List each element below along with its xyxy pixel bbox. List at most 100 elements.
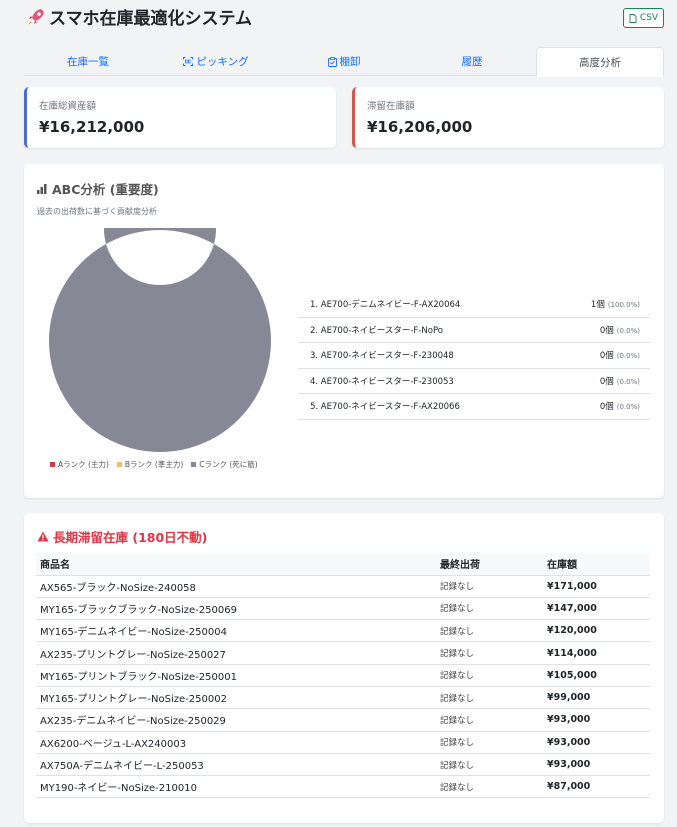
rank-pct: (0.0%) bbox=[616, 326, 640, 335]
stale-title: 長期滞留在庫 (180日不動) bbox=[37, 527, 207, 546]
amount-cell: ¥87,000 bbox=[543, 775, 650, 799]
bar-chart-icon bbox=[37, 183, 47, 194]
tab-advanced-analysis[interactable]: 高度分析 bbox=[536, 47, 664, 77]
legend-label: Aランク (主力) bbox=[58, 460, 109, 469]
tab-label: 棚卸 bbox=[339, 56, 361, 68]
amount-cell: ¥93,000 bbox=[543, 708, 650, 732]
abc-title: ABC分析 (重要度) bbox=[37, 179, 159, 198]
table-row[interactable]: MY190-ネイビー-NoSize-210010 記録なし ¥87,000 bbox=[36, 775, 650, 799]
table-row[interactable]: AX235-デニムネイビー-NoSize-250029 記録なし ¥93,000 bbox=[36, 708, 650, 732]
last-shipment-cell: 記録なし bbox=[436, 641, 543, 665]
product-name-cell: AX565-ブラック-NoSize-240058 bbox=[36, 575, 436, 598]
amount-cell: ¥120,000 bbox=[543, 619, 650, 643]
total-inventory-label: 在庫総資産額 bbox=[39, 101, 97, 112]
last-shipment-cell: 記録なし bbox=[436, 664, 543, 687]
product-name-cell: AX235-プリントグレー-NoSize-250027 bbox=[36, 641, 436, 665]
rank-pct: (0.0%) bbox=[616, 403, 640, 412]
tab-picking[interactable]: ピッキング bbox=[152, 47, 280, 76]
warning-icon bbox=[37, 531, 49, 542]
amount-cell: ¥171,000 bbox=[543, 575, 650, 598]
rank-name: 1. AE700-デニムネイビー-F-AX20064 bbox=[310, 300, 461, 311]
table-row[interactable]: AX750A-デニムネイビー-L-250053 記録なし ¥93,000 bbox=[36, 753, 650, 777]
stale-table-body: AX565-ブラック-NoSize-240058 記録なし ¥171,000 MY16… bbox=[36, 575, 650, 799]
stale-inventory-value-card: 滞留在庫額 ¥16,206,000 bbox=[352, 87, 664, 148]
stale-inventory-table: 商品名 最終出荷 在庫額 AX565-ブラック-NoSize-240058 記録な… bbox=[36, 553, 650, 799]
csv-export-button[interactable]: CSV bbox=[623, 8, 664, 28]
rank-qty: 1個 bbox=[590, 300, 605, 311]
abc-analysis-card: ABC分析 (重要度) 過去の出荷数に基づく貢献度分析 Aランク (主力) Bラ… bbox=[24, 164, 664, 498]
total-inventory-value-card: 在庫総資産額 ¥16,212,000 bbox=[24, 87, 336, 148]
legend-item-c[interactable]: Cランク (死に筋) bbox=[191, 459, 258, 470]
list-item: 4. AE700-ネイビースター-F-230053 0個 (0.0%) bbox=[298, 369, 650, 394]
legend-item-a[interactable]: Aランク (主力) bbox=[50, 459, 109, 470]
stale-inventory-label: 滞留在庫額 bbox=[367, 101, 415, 112]
rank-value: 0個 (0.0%) bbox=[600, 324, 640, 336]
product-name-cell: MY165-プリントグレー-NoSize-250002 bbox=[36, 686, 436, 710]
clipboard-icon bbox=[327, 56, 337, 67]
abc-legend: Aランク (主力) Bランク (準主力) Cランク (死に筋) bbox=[50, 459, 258, 470]
last-shipment-cell: 記録なし bbox=[436, 708, 543, 732]
barcode-icon bbox=[183, 57, 194, 66]
table-row[interactable]: MY165-プリントブラック-NoSize-250001 記録なし ¥105,000 bbox=[36, 664, 650, 687]
rank-qty: 0個 bbox=[599, 351, 614, 362]
amount-cell: ¥105,000 bbox=[543, 664, 650, 687]
column-header-last-shipment[interactable]: 最終出荷 bbox=[436, 553, 543, 576]
rank-qty: 0個 bbox=[599, 376, 614, 387]
amount-cell: ¥99,000 bbox=[543, 686, 650, 710]
tab-stocktake[interactable]: 棚卸 bbox=[280, 47, 408, 76]
tab-history[interactable]: 履歴 bbox=[408, 47, 536, 76]
column-header-amount[interactable]: 在庫額 bbox=[543, 553, 650, 576]
legend-swatch-c bbox=[191, 462, 197, 467]
table-row[interactable]: MY165-ブラックブラック-NoSize-250069 記録なし ¥147,000 bbox=[36, 597, 650, 621]
product-name-cell: MY165-プリントブラック-NoSize-250001 bbox=[36, 664, 436, 687]
legend-label: Bランク (準主力) bbox=[124, 460, 184, 469]
abc-subtitle: 過去の出荷数に基づく貢献度分析 bbox=[37, 207, 157, 216]
total-inventory-value: ¥16,212,000 bbox=[39, 118, 145, 136]
last-shipment-cell: 記録なし bbox=[436, 575, 543, 598]
list-item: 3. AE700-ネイビースター-F-230048 0個 (0.0%) bbox=[298, 343, 650, 369]
column-header-product[interactable]: 商品名 bbox=[36, 553, 436, 576]
rank-value: 1個 (100.0%) bbox=[591, 298, 640, 310]
table-row[interactable]: AX235-プリントグレー-NoSize-250027 記録なし ¥114,000 bbox=[36, 641, 650, 665]
tab-bar: 在庫一覧 ピッキング 棚卸 履歴 高度分析 bbox=[24, 47, 664, 77]
stale-inventory-card: 長期滞留在庫 (180日不動) 商品名 最終出荷 在庫額 AX565-ブラック-… bbox=[24, 513, 664, 823]
rank-qty: 0個 bbox=[599, 402, 614, 413]
rank-pct: (0.0%) bbox=[616, 377, 640, 386]
product-name-cell: AX750A-デニムネイビー-L-250053 bbox=[36, 753, 436, 777]
last-shipment-cell: 記録なし bbox=[436, 753, 543, 777]
rank-value: 0個 (0.0%) bbox=[600, 375, 640, 387]
stale-title-text: 長期滞留在庫 (180日不動) bbox=[53, 530, 208, 545]
last-shipment-cell: 記録なし bbox=[436, 731, 543, 754]
last-shipment-cell: 記録なし bbox=[436, 619, 543, 643]
tab-label: 在庫一覧 bbox=[67, 56, 109, 68]
table-row[interactable]: AX6200-ベージュ-L-AX240003 記録なし ¥93,000 bbox=[36, 731, 650, 754]
csv-label: CSV bbox=[639, 13, 659, 23]
rank-pct: (0.0%) bbox=[616, 352, 640, 361]
tab-label: 履歴 bbox=[461, 56, 483, 68]
rank-qty: 0個 bbox=[599, 325, 614, 336]
abc-ranking-list: 1. AE700-デニムネイビー-F-AX20064 1個 (100.0%) 2.… bbox=[298, 292, 650, 420]
list-item: 5. AE700-ネイビースター-F-AX20066 0個 (0.0%) bbox=[298, 394, 650, 420]
list-item: 1. AE700-デニムネイビー-F-AX20064 1個 (100.0%) bbox=[298, 292, 650, 318]
rank-pct: (100.0%) bbox=[607, 301, 640, 310]
table-header-row: 商品名 最終出荷 在庫額 bbox=[36, 553, 650, 576]
product-name-cell: AX235-デニムネイビー-NoSize-250029 bbox=[36, 708, 436, 732]
stale-inventory-value: ¥16,206,000 bbox=[367, 118, 473, 136]
last-shipment-cell: 記録なし bbox=[436, 686, 543, 710]
file-icon bbox=[629, 13, 637, 23]
rank-name: 3. AE700-ネイビースター-F-230048 bbox=[310, 351, 454, 362]
abc-title-text: ABC分析 (重要度) bbox=[52, 182, 159, 197]
amount-cell: ¥93,000 bbox=[543, 753, 650, 777]
tab-inventory-list[interactable]: 在庫一覧 bbox=[24, 47, 152, 76]
amount-cell: ¥93,000 bbox=[543, 731, 650, 754]
table-row[interactable]: MY165-プリントグレー-NoSize-250002 記録なし ¥99,000 bbox=[36, 686, 650, 710]
product-name-cell: MY190-ネイビー-NoSize-210010 bbox=[36, 775, 436, 799]
rank-value: 0個 (0.0%) bbox=[600, 349, 640, 361]
legend-item-b[interactable]: Bランク (準主力) bbox=[116, 459, 184, 470]
last-shipment-cell: 記録なし bbox=[436, 597, 543, 621]
table-row[interactable]: MY165-デニムネイビー-NoSize-250004 記録なし ¥120,000 bbox=[36, 619, 650, 643]
table-row[interactable]: AX565-ブラック-NoSize-240058 記録なし ¥171,000 bbox=[36, 575, 650, 598]
legend-swatch-a bbox=[50, 462, 55, 467]
product-name-cell: MY165-ブラックブラック-NoSize-250069 bbox=[36, 597, 436, 621]
rocket-icon bbox=[28, 8, 44, 25]
